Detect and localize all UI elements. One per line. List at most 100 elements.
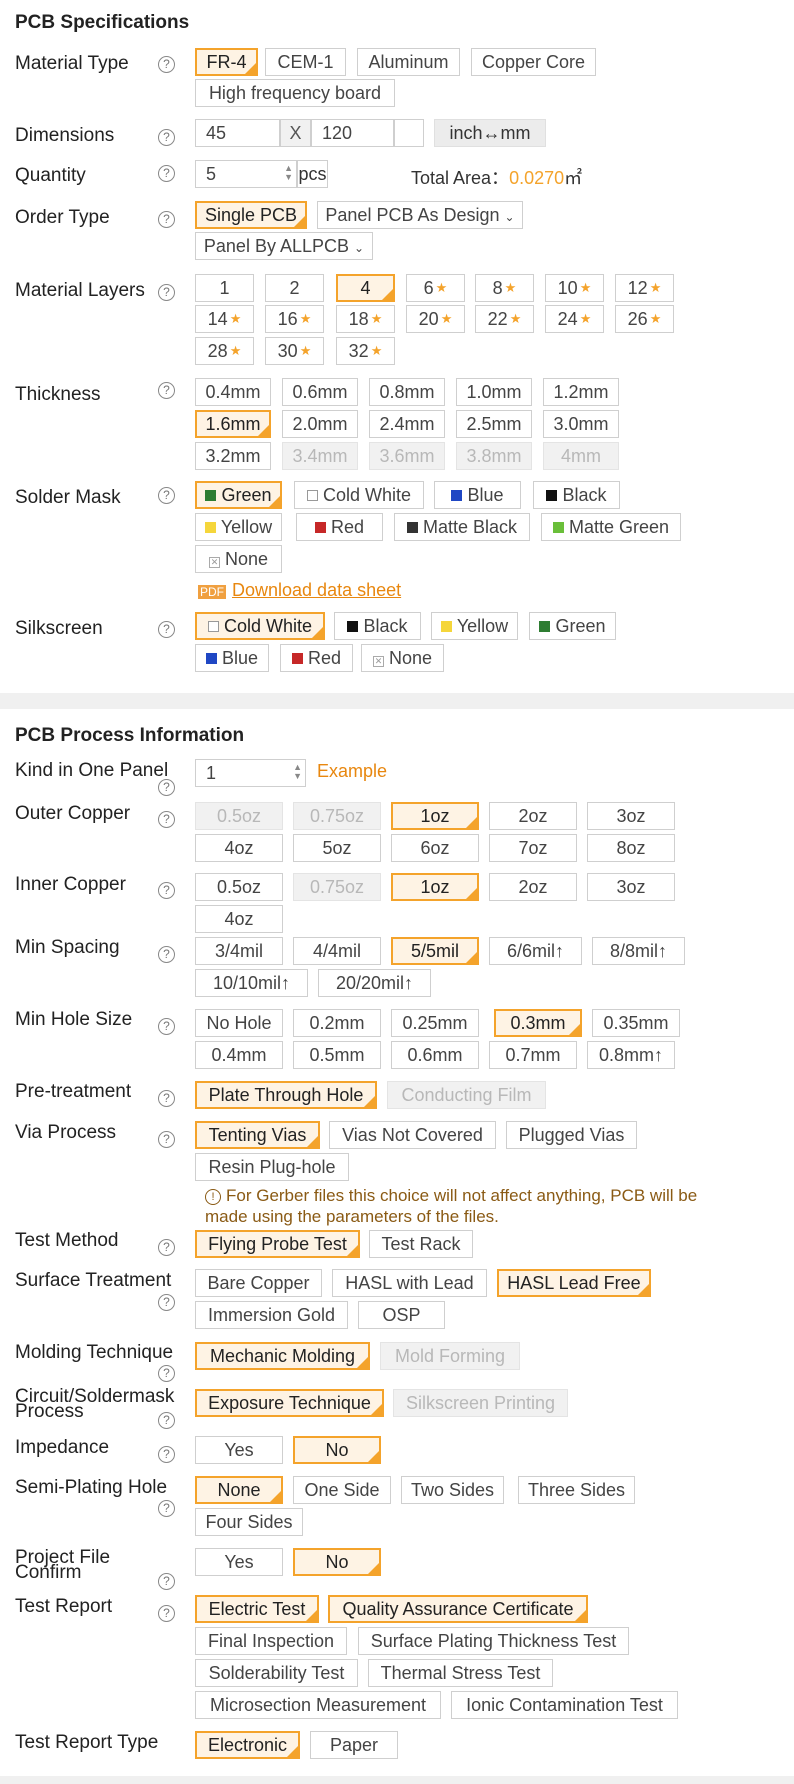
option-layer-12[interactable]: 12 ★	[615, 274, 674, 302]
option-thickness[interactable]: 1.2mm	[543, 378, 619, 406]
option-copper-core[interactable]: Copper Core	[471, 48, 596, 76]
option-silk-red[interactable]: Red	[280, 644, 353, 672]
help-icon[interactable]: ?	[158, 946, 175, 963]
option-thickness[interactable]: 2.4mm	[369, 410, 445, 438]
option-outer-copper[interactable]: 8oz	[587, 834, 675, 862]
option-thickness[interactable]: 1.0mm	[456, 378, 532, 406]
option-test-rack[interactable]: Test Rack	[369, 1230, 473, 1258]
option-confirm-no[interactable]: No	[293, 1548, 381, 1576]
option-spacing[interactable]: 6/6mil↑	[489, 937, 582, 965]
help-icon[interactable]: ?	[158, 211, 175, 228]
option-mask-red[interactable]: Red	[296, 513, 383, 541]
option-high-frequency[interactable]: High frequency board	[195, 79, 395, 107]
option-exposure-technique[interactable]: Exposure Technique	[195, 1389, 384, 1417]
option-immersion-gold[interactable]: Immersion Gold	[195, 1301, 348, 1329]
spinner-icon[interactable]: ▲ ▼	[293, 763, 302, 781]
option-outer-copper[interactable]: 3oz	[587, 802, 675, 830]
option-thickness[interactable]: 2.0mm	[282, 410, 358, 438]
option-layer-30[interactable]: 30 ★	[265, 337, 324, 365]
option-mask-green[interactable]: Green	[195, 481, 282, 509]
option-layer-14[interactable]: 14 ★	[195, 305, 254, 333]
option-semi-none[interactable]: None	[195, 1476, 283, 1504]
option-hole[interactable]: 0.7mm	[489, 1041, 577, 1069]
help-icon[interactable]: ?	[158, 882, 175, 899]
option-report-paper[interactable]: Paper	[310, 1731, 398, 1759]
option-mask-cold-white[interactable]: Cold White	[294, 481, 424, 509]
help-icon[interactable]: ?	[158, 1446, 175, 1463]
option-outer-copper[interactable]: 4oz	[195, 834, 283, 862]
height-input[interactable]: 120	[311, 119, 394, 147]
option-inner-copper[interactable]: 3oz	[587, 873, 675, 901]
help-icon[interactable]: ?	[158, 621, 175, 638]
option-vias-not-covered[interactable]: Vias Not Covered	[329, 1121, 496, 1149]
option-bare-copper[interactable]: Bare Copper	[195, 1269, 322, 1297]
option-semi-one-side[interactable]: One Side	[293, 1476, 391, 1504]
option-confirm-yes[interactable]: Yes	[195, 1548, 283, 1576]
option-impedance-no[interactable]: No	[293, 1436, 381, 1464]
option-plugged-vias[interactable]: Plugged Vias	[506, 1121, 637, 1149]
option-layer-2[interactable]: 2	[265, 274, 324, 302]
option-aluminum[interactable]: Aluminum	[357, 48, 460, 76]
help-icon[interactable]: ?	[158, 382, 175, 399]
option-layer-1[interactable]: 1	[195, 274, 254, 302]
help-icon[interactable]: ?	[158, 1412, 175, 1429]
option-hole[interactable]: 0.6mm	[391, 1041, 479, 1069]
option-qa-certificate[interactable]: Quality Assurance Certificate	[328, 1595, 588, 1623]
option-hole[interactable]: 0.8mm↑	[587, 1041, 675, 1069]
option-outer-copper[interactable]: 2oz	[489, 802, 577, 830]
option-hole-selected[interactable]: 0.3mm	[494, 1009, 582, 1037]
help-icon[interactable]: ?	[158, 1500, 175, 1517]
option-hole[interactable]: 0.4mm	[195, 1041, 283, 1069]
option-mask-matte-green[interactable]: Matte Green	[541, 513, 681, 541]
spinner-icon[interactable]: ▲ ▼	[284, 164, 293, 182]
option-thickness[interactable]: 0.6mm	[282, 378, 358, 406]
help-icon[interactable]: ?	[158, 1239, 175, 1256]
option-hasl-with-lead[interactable]: HASL with Lead	[332, 1269, 487, 1297]
option-osp[interactable]: OSP	[358, 1301, 445, 1329]
option-outer-copper[interactable]: 5oz	[293, 834, 381, 862]
help-icon[interactable]: ?	[158, 1018, 175, 1035]
kind-in-panel-input[interactable]: 1 ▲ ▼	[195, 759, 306, 787]
option-silk-cold-white[interactable]: Cold White	[195, 612, 325, 640]
option-thickness[interactable]: 2.5mm	[456, 410, 532, 438]
option-layer-32[interactable]: 32 ★	[336, 337, 395, 365]
option-silk-black[interactable]: Black	[334, 612, 421, 640]
option-layer-4[interactable]: 4	[336, 274, 395, 302]
option-surface-plating-test[interactable]: Surface Plating Thickness Test	[358, 1627, 629, 1655]
quantity-input[interactable]: 5 ▲ ▼	[195, 160, 297, 188]
option-spacing[interactable]: 10/10mil↑	[195, 969, 308, 997]
option-spacing[interactable]: 4/4mil	[293, 937, 381, 965]
help-icon[interactable]: ?	[158, 1131, 175, 1148]
option-layer-22[interactable]: 22 ★	[475, 305, 534, 333]
option-hole[interactable]: 0.35mm	[592, 1009, 680, 1037]
option-fr4[interactable]: FR-4	[195, 48, 258, 76]
help-icon[interactable]: ?	[158, 165, 175, 182]
option-layer-16[interactable]: 16 ★	[265, 305, 324, 333]
option-plate-through-hole[interactable]: Plate Through Hole	[195, 1081, 377, 1109]
option-layer-10[interactable]: 10 ★	[545, 274, 604, 302]
option-panel-by-allpcb[interactable]: Panel By ALLPCB ⌄	[195, 232, 373, 260]
help-icon[interactable]: ?	[158, 129, 175, 146]
option-semi-four-sides[interactable]: Four Sides	[195, 1508, 303, 1536]
option-cem1[interactable]: CEM-1	[265, 48, 346, 76]
option-microsection[interactable]: Microsection Measurement	[195, 1691, 441, 1719]
option-outer-copper-selected[interactable]: 1oz	[391, 802, 479, 830]
option-layer-20[interactable]: 20 ★	[406, 305, 465, 333]
option-hole[interactable]: 0.25mm	[391, 1009, 479, 1037]
option-layer-8[interactable]: 8 ★	[475, 274, 534, 302]
option-layer-6[interactable]: 6 ★	[406, 274, 465, 302]
option-mask-matte-black[interactable]: Matte Black	[394, 513, 530, 541]
option-thickness[interactable]: 3.2mm	[195, 442, 271, 470]
option-electric-test[interactable]: Electric Test	[195, 1595, 319, 1623]
option-tenting-vias[interactable]: Tenting Vias	[195, 1121, 320, 1149]
option-mask-black[interactable]: Black	[533, 481, 620, 509]
option-mask-yellow[interactable]: Yellow	[195, 513, 282, 541]
unit-toggle-button[interactable]: inch↔mm	[434, 119, 546, 147]
help-icon[interactable]: ?	[158, 487, 175, 504]
option-thickness-selected[interactable]: 1.6mm	[195, 410, 271, 438]
option-mask-blue[interactable]: Blue	[434, 481, 521, 509]
option-silk-yellow[interactable]: Yellow	[431, 612, 518, 640]
option-inner-copper[interactable]: 2oz	[489, 873, 577, 901]
help-icon[interactable]: ?	[158, 1090, 175, 1107]
option-resin-plug-hole[interactable]: Resin Plug-hole	[195, 1153, 349, 1181]
